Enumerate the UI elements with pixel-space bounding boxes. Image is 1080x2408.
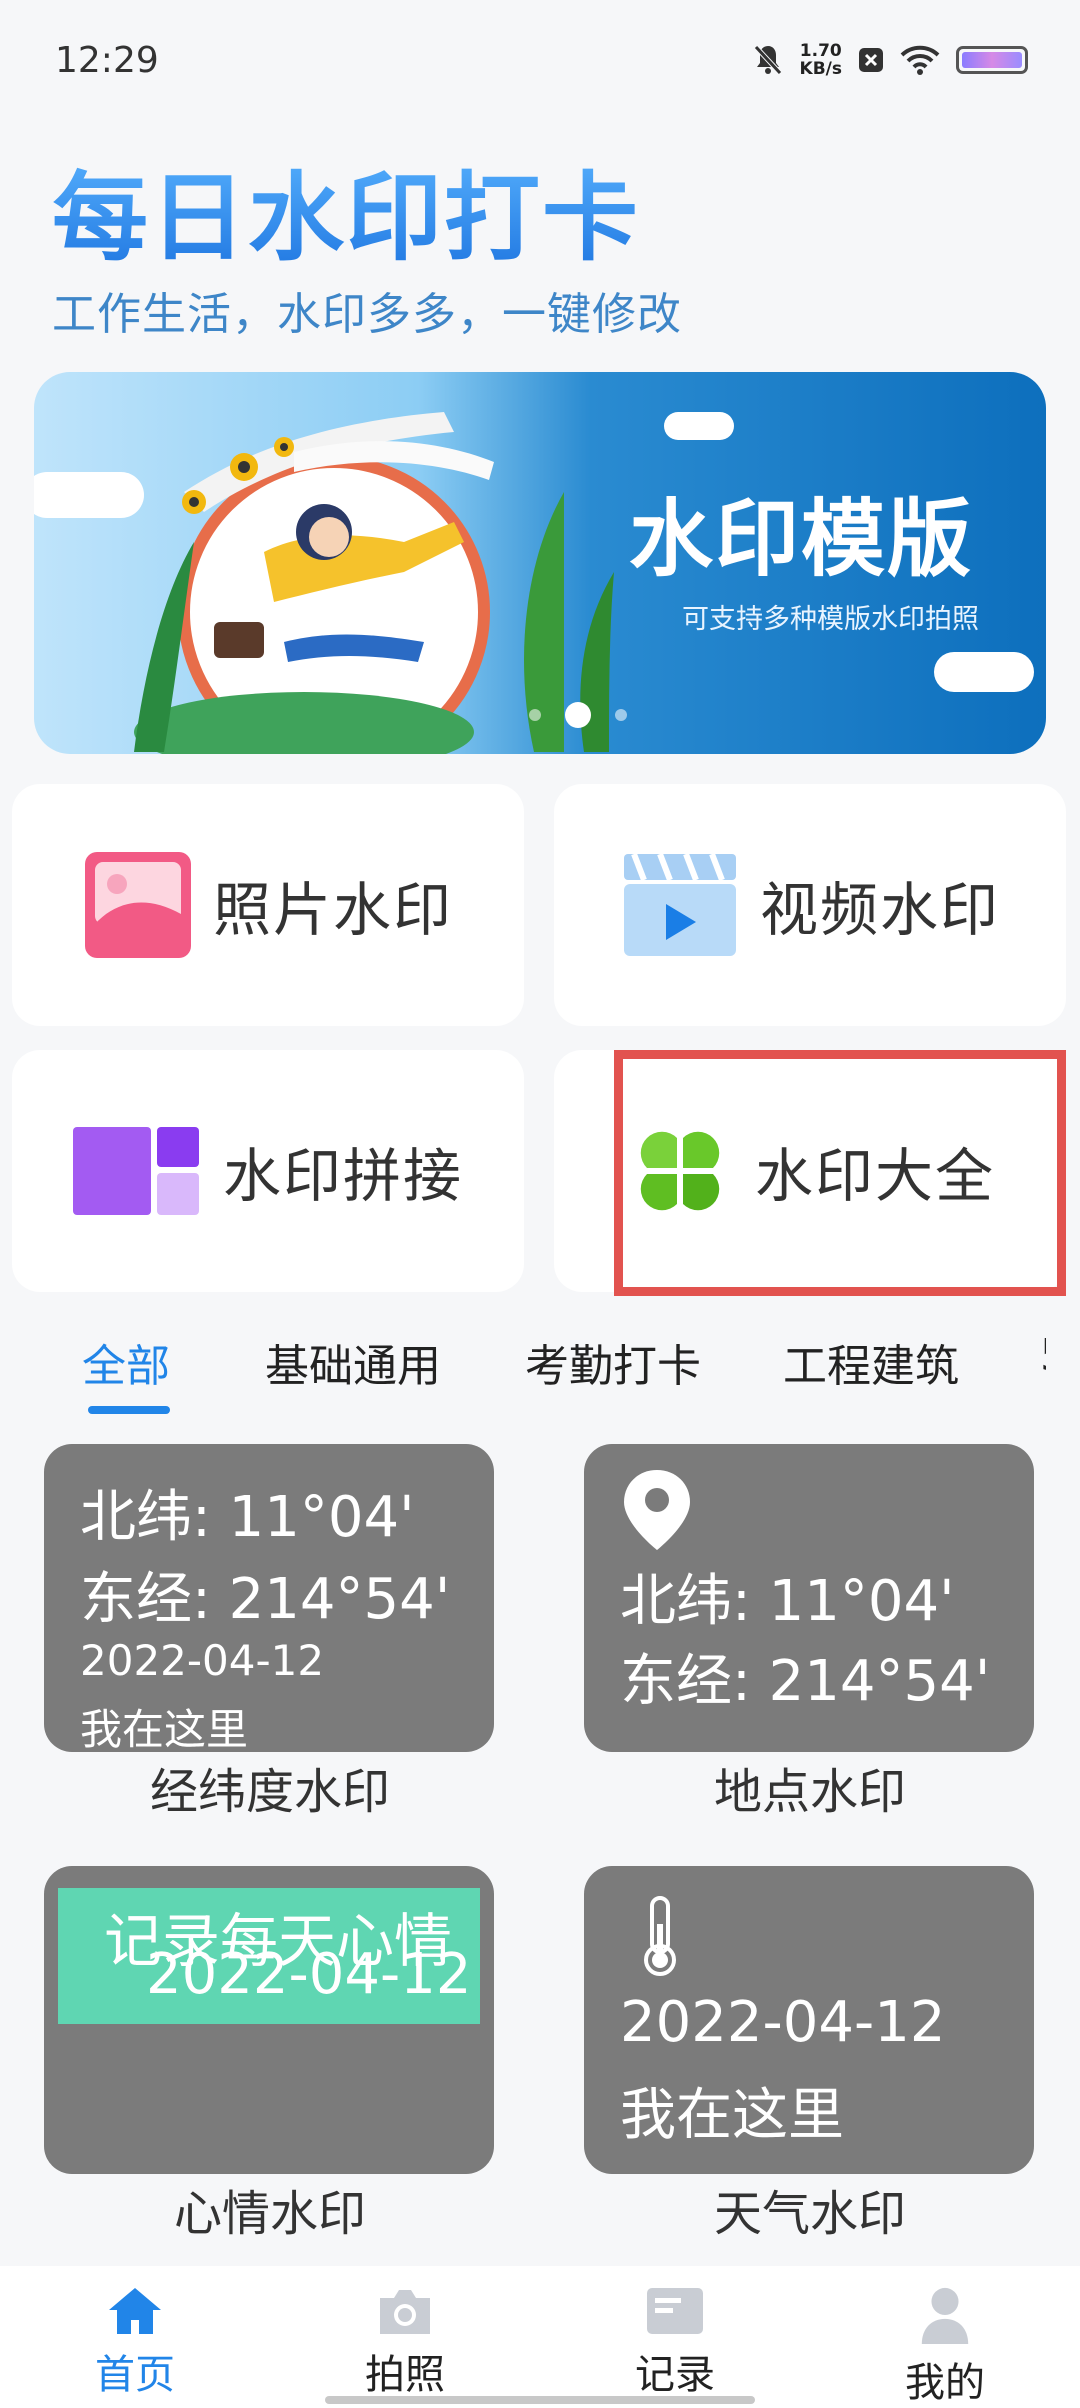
watermark-text: 2022-04-12: [80, 1636, 325, 1685]
home-icon: [109, 2288, 161, 2334]
watermark-mood-card[interactable]: 记录每天心情 2022-04-12: [44, 1866, 494, 2174]
video-icon: [623, 852, 736, 956]
camera-icon: [380, 2290, 430, 2334]
thermometer-icon: [644, 1896, 676, 1976]
carousel-dot: [529, 709, 541, 721]
feature-label: 水印大全: [754, 1142, 995, 1210]
tab-attendance[interactable]: 考勤打卡: [525, 1330, 701, 1394]
clover-icon: [640, 1131, 720, 1211]
feature-label: 水印拼接: [222, 1142, 463, 1210]
nav-label: 记录: [635, 2352, 715, 2398]
watermark-text: 2022-04-12: [146, 1942, 472, 2007]
nav-camera[interactable]: 拍照: [270, 2266, 540, 2408]
user-icon: [921, 2287, 969, 2344]
watermark-text: 东经: 214°54': [80, 1567, 451, 1632]
watermark-latlng-card[interactable]: 北纬: 11°04' 东经: 214°54' 2022-04-12 我在这里: [44, 1444, 494, 1752]
watermark-location-card[interactable]: 北纬: 11°04' 东经: 214°54': [584, 1444, 1034, 1752]
feature-label: 照片水印: [212, 876, 453, 944]
app-subtitle: 工作生活，水印多多，一键修改: [52, 289, 682, 340]
carousel-indicator: [529, 702, 627, 728]
carousel-dot-active: [565, 702, 591, 728]
watermark-name: 经纬度水印: [149, 1764, 390, 1820]
cloud-decoration: [934, 652, 1034, 692]
banner-illustration: [134, 412, 614, 754]
feature-video-watermark[interactable]: 视频水印: [554, 784, 1066, 1026]
net-speed: 1.70 KB/s: [799, 41, 842, 79]
carousel-dot: [615, 709, 627, 721]
battery-icon: [956, 46, 1028, 74]
cloud-decoration: [664, 412, 734, 440]
feature-label: 视频水印: [759, 876, 1000, 944]
feature-watermark-collage[interactable]: 水印拼接: [12, 1050, 524, 1292]
location-pin-icon: [624, 1470, 690, 1550]
watermark-text: 我在这里: [80, 1705, 249, 1752]
nav-label: 首页: [95, 2352, 175, 2398]
feature-watermark-collection[interactable]: 水印大全: [554, 1050, 1066, 1292]
watermark-name: 天气水印: [713, 2186, 906, 2242]
watermark-name: 地点水印: [713, 1764, 906, 1820]
nav-label: 我的: [905, 2360, 985, 2406]
status-icons: 1.70 KB/s: [752, 42, 1028, 78]
banner-carousel[interactable]: 水印模版 可支持多种模版水印拍照: [34, 372, 1046, 754]
watermark-weather-card[interactable]: 2022-04-12 我在这里: [584, 1866, 1034, 2174]
watermark-text: 北纬: 11°04': [620, 1569, 955, 1634]
app-title: 每日水印打卡: [52, 140, 640, 279]
tab-active-indicator: [88, 1406, 170, 1414]
watermark-text: 我在这里: [620, 2083, 844, 2148]
tab-basic[interactable]: 基础通用: [265, 1330, 441, 1394]
category-tabs: 全部 基础通用 考勤打卡 工程建筑 5: [0, 1320, 1080, 1414]
status-time: 12:29: [55, 40, 159, 81]
tab-next-partial[interactable]: 5: [1040, 1330, 1046, 1381]
watermark-text: 东经: 214°54': [620, 1649, 991, 1714]
tab-all[interactable]: 全部: [82, 1330, 170, 1394]
nav-label: 拍照: [365, 2352, 445, 2398]
watermark-text: 北纬: 11°04': [80, 1485, 415, 1550]
feature-photo-watermark[interactable]: 照片水印: [12, 784, 524, 1026]
nav-record[interactable]: 记录: [540, 2266, 810, 2408]
gesture-bar[interactable]: [325, 2396, 755, 2404]
tab-engineering[interactable]: 工程建筑: [783, 1330, 959, 1394]
notification-icon: [859, 48, 883, 72]
status-bar: 12:29 1.70 KB/s: [0, 0, 1080, 120]
bottom-nav: 首页 拍照 记录 我的: [0, 2266, 1080, 2408]
collage-icon: [72, 1127, 199, 1215]
wifi-icon: [900, 45, 940, 75]
watermark-text: 2022-04-12: [620, 1990, 946, 2055]
banner-subtitle: 可支持多种模版水印拍照: [682, 604, 979, 635]
mute-bell-icon: [753, 45, 782, 75]
banner-title: 水印模版: [629, 490, 974, 588]
record-icon: [647, 2288, 703, 2334]
nav-profile[interactable]: 我的: [810, 2266, 1080, 2408]
nav-home[interactable]: 首页: [0, 2266, 270, 2408]
watermark-name: 心情水印: [173, 2186, 366, 2242]
photo-icon: [84, 852, 191, 958]
